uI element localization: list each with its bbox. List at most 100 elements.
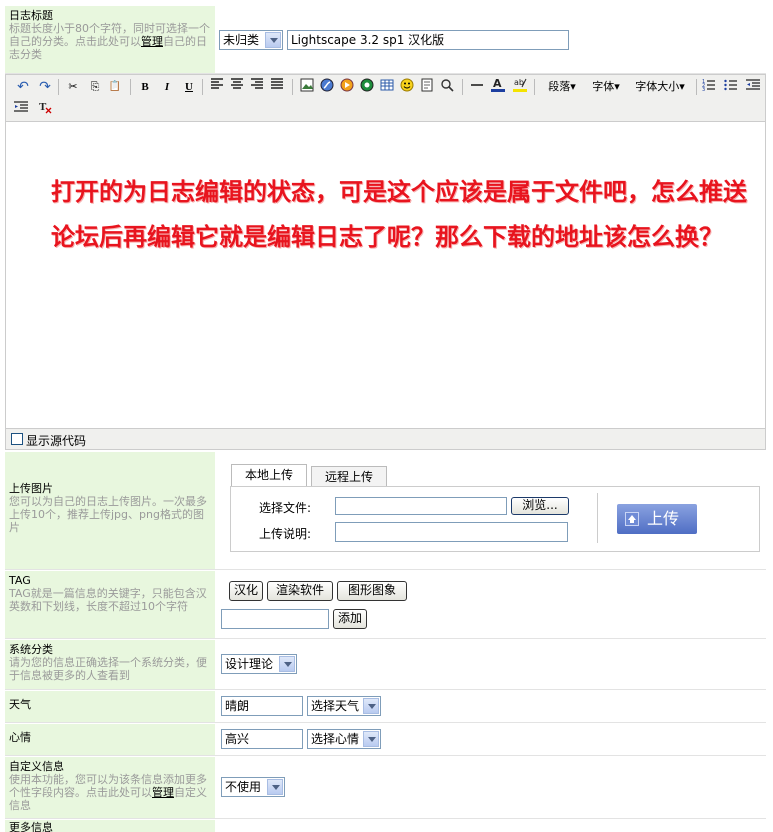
mood-select-value: 选择心情	[311, 732, 360, 746]
custom-info-label: 自定义信息	[9, 760, 64, 773]
system-category-value: 设计理论	[225, 657, 274, 671]
add-tag-button[interactable]: 添加	[333, 609, 367, 629]
font-size-dropdown[interactable]: 字体大小▾	[628, 78, 692, 96]
browse-button[interactable]: 浏览...	[511, 497, 569, 515]
weather-content: 晴朗 选择天气	[219, 691, 766, 722]
paste-icon[interactable]: 📋	[106, 78, 124, 96]
unordered-list-icon[interactable]	[722, 78, 740, 96]
chevron-down-icon	[363, 731, 379, 747]
weather-select[interactable]: 选择天气	[307, 696, 381, 716]
cut-icon[interactable]: ✂	[64, 78, 82, 96]
tag-content: 汉化 渲染软件 图形图象 添加	[219, 571, 766, 638]
system-category-label-cell: 系统分类 请为您的信息正确选择一个系统分类，便于信息被更多的人查看到	[5, 640, 215, 689]
justify-icon[interactable]	[268, 78, 286, 96]
show-source-checkbox[interactable]	[11, 433, 23, 445]
toolbar-divider	[534, 79, 535, 95]
font-dropdown[interactable]: 字体▾	[586, 78, 626, 96]
mood-label: 心情	[9, 731, 31, 744]
mood-row: 心情 高兴 选择心情	[5, 724, 766, 756]
upload-button[interactable]: 上传	[617, 504, 697, 534]
tag-chip[interactable]: 汉化	[229, 581, 263, 601]
manage-custom-link[interactable]: 管理	[152, 786, 174, 799]
upload-label-cell: 上传图片 您可以为自己的日志上传图片。一次最多上传10个，推荐上传jpg、png…	[5, 452, 215, 569]
weather-label: 天气	[9, 698, 31, 711]
mood-select[interactable]: 选择心情	[307, 729, 381, 749]
category-select[interactable]: 未归类	[219, 30, 283, 50]
smiley-icon[interactable]	[398, 78, 416, 96]
mood-content: 高兴 选择心情	[219, 724, 766, 755]
svg-text:T: T	[39, 101, 47, 113]
redo-icon[interactable]: ↷	[36, 78, 54, 96]
copy-icon[interactable]: ⎘	[86, 78, 104, 96]
chevron-down-icon	[265, 32, 281, 48]
custom-info-content: 不使用	[219, 757, 766, 818]
horizontal-rule-icon[interactable]	[468, 78, 486, 96]
upload-panel: 选择文件: 浏览... 上传说明: 上传	[230, 486, 760, 552]
tag-chip[interactable]: 渲染软件	[267, 581, 333, 601]
align-left-icon[interactable]	[208, 78, 226, 96]
media-icon[interactable]	[338, 78, 356, 96]
more-info-label-cell: 更多信息	[5, 820, 215, 832]
upload-button-label: 上传	[647, 509, 680, 528]
system-category-label: 系统分类	[9, 643, 53, 656]
italic-button[interactable]: I	[158, 78, 176, 96]
mood-input[interactable]: 高兴	[221, 729, 303, 749]
indent-icon[interactable]	[12, 100, 30, 118]
highlight-color-icon[interactable]: ab	[510, 76, 530, 94]
upload-desc: 您可以为自己的日志上传图片。一次最多上传10个，推荐上传jpg、png格式的图片	[9, 495, 207, 534]
svg-text:A: A	[493, 77, 502, 90]
image-icon[interactable]	[298, 78, 316, 96]
title-label: 日志标题	[9, 9, 53, 22]
outdent-icon[interactable]	[744, 78, 762, 96]
realplayer-icon[interactable]	[358, 78, 376, 96]
toolbar-divider	[462, 79, 463, 95]
editor-content[interactable]: 打开的为日志编辑的状态，可是这个应该是属于文件吧，怎么推送论坛后再编辑它就是编辑…	[51, 170, 751, 260]
tab-remote-upload[interactable]: 远程上传	[311, 466, 387, 486]
ordered-list-icon[interactable]: 123	[700, 78, 718, 96]
tab-local-upload[interactable]: 本地上传	[231, 464, 307, 486]
align-center-icon[interactable]	[228, 78, 246, 96]
editor-area[interactable]: 打开的为日志编辑的状态，可是这个应该是属于文件吧，怎么推送论坛后再编辑它就是编辑…	[5, 122, 766, 428]
weather-input[interactable]: 晴朗	[221, 696, 303, 716]
tag-chip[interactable]: 图形图象	[337, 581, 407, 601]
editor-toolbar: ↶ ↷ ✂ ⎘ 📋 B I U A ab 段落▾ 字体▾ 字体大小▾ 123 T	[5, 74, 766, 122]
chevron-down-icon	[267, 779, 283, 795]
font-color-icon[interactable]: A	[488, 76, 508, 94]
toolbar-divider	[58, 79, 59, 95]
bold-button[interactable]: B	[136, 78, 154, 96]
custom-info-desc: 使用本功能，您可以为该条信息添加更多个性字段内容。点击此处可以管理自定义信息	[9, 773, 211, 812]
title-content: 未归类 Lightscape 3.2 sp1 汉化版	[219, 6, 766, 73]
clear-format-icon[interactable]: T	[36, 100, 54, 118]
manage-category-link[interactable]: 管理	[141, 35, 163, 48]
underline-button[interactable]: U	[180, 78, 198, 96]
file-input[interactable]	[335, 497, 507, 515]
upload-label: 上传图片	[9, 482, 53, 495]
find-icon[interactable]	[438, 78, 456, 96]
source-bar: 显示源代码	[5, 428, 766, 450]
toolbar-divider	[292, 79, 293, 95]
undo-icon[interactable]: ↶	[14, 78, 32, 96]
align-right-icon[interactable]	[248, 78, 266, 96]
weather-select-value: 选择天气	[311, 699, 360, 713]
system-category-content: 设计理论	[219, 640, 766, 689]
toolbar-divider	[130, 79, 131, 95]
table-icon[interactable]	[378, 78, 396, 96]
weather-row: 天气 晴朗 选择天气	[5, 691, 766, 723]
paragraph-dropdown[interactable]: 段落▾	[540, 78, 584, 96]
chevron-down-icon	[363, 698, 379, 714]
quote-icon[interactable]	[418, 78, 436, 96]
system-category-select[interactable]: 设计理论	[221, 654, 297, 674]
file-label: 选择文件:	[259, 501, 312, 515]
toolbar-divider	[696, 79, 697, 95]
flash-icon[interactable]	[318, 78, 336, 96]
panel-divider	[597, 493, 598, 543]
title-input[interactable]: Lightscape 3.2 sp1 汉化版	[287, 30, 569, 50]
custom-info-select[interactable]: 不使用	[221, 777, 285, 797]
note-input[interactable]	[335, 522, 568, 542]
system-category-desc: 请为您的信息正确选择一个系统分类，便于信息被更多的人查看到	[9, 656, 207, 682]
more-info-label: 更多信息	[9, 821, 53, 832]
custom-info-value: 不使用	[225, 780, 262, 794]
mood-label-cell: 心情	[5, 724, 215, 755]
tag-input[interactable]	[221, 609, 329, 629]
category-value: 未归类	[223, 33, 260, 47]
